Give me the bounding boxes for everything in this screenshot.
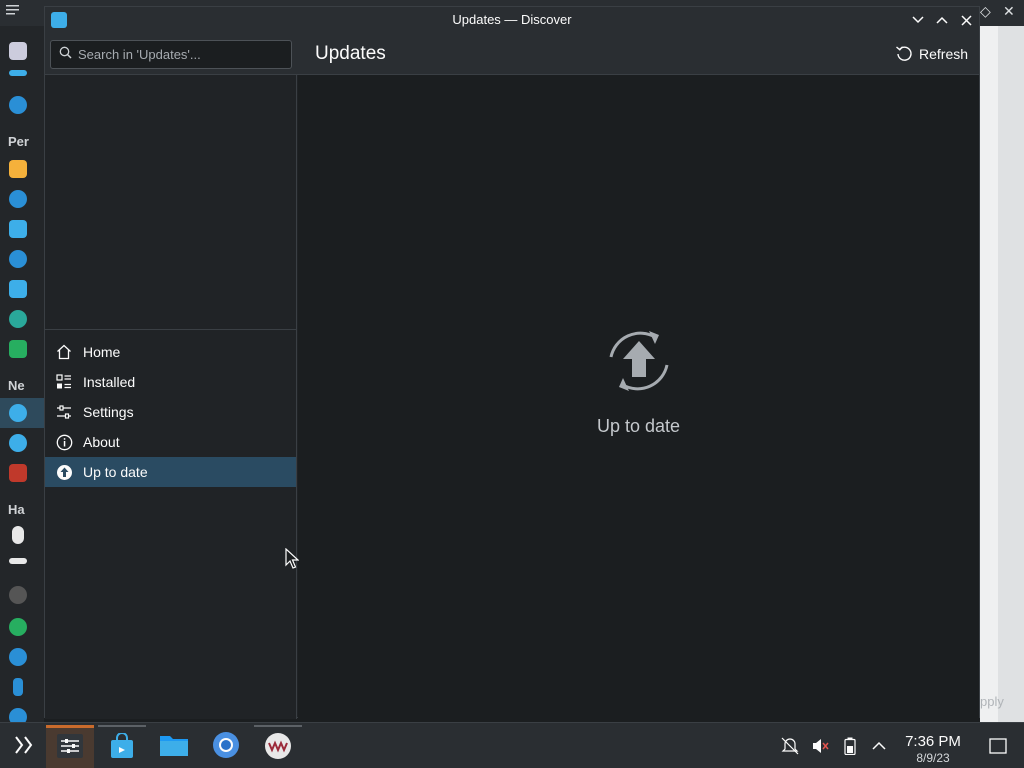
search-input[interactable] <box>78 47 278 62</box>
window-titlebar[interactable]: Updates — Discover <box>45 7 979 33</box>
sidebar-item-settings[interactable]: Settings <box>45 397 296 427</box>
clock-time: 7:36 PM <box>905 733 961 750</box>
home-icon <box>55 343 73 361</box>
sidebar-item-label: Settings <box>83 404 134 420</box>
taskbar-file-manager-app[interactable] <box>150 725 198 768</box>
window-title: Updates — Discover <box>452 12 572 27</box>
maximize-icon[interactable] <box>933 11 951 29</box>
application-launcher[interactable] <box>0 725 48 768</box>
refresh-button[interactable]: Refresh <box>895 43 968 65</box>
notifications-disabled-icon[interactable] <box>781 737 799 755</box>
bg-window-close-icon[interactable]: ✕ <box>1003 3 1015 20</box>
steam-deck-launcher-icon <box>11 732 37 763</box>
bg-grid-icon[interactable] <box>9 280 27 298</box>
sidebar-divider <box>45 329 297 330</box>
background-settings-sidebar: Per Ne Ha <box>0 26 44 726</box>
background-window-content: pply <box>980 26 1024 722</box>
bg-network-globe2-icon[interactable] <box>9 434 27 452</box>
refresh-label: Refresh <box>919 46 969 62</box>
refresh-icon <box>895 44 913 65</box>
bg-section-header-per: Per <box>8 134 29 149</box>
up-to-date-icon <box>298 327 979 400</box>
bg-chat-icon[interactable] <box>9 220 27 238</box>
taskbar-settings-app[interactable] <box>46 725 94 768</box>
bg-window-icon[interactable] <box>9 70 27 76</box>
hamburger-menu-icon[interactable] <box>6 4 20 18</box>
sidebar: Home Installed Settings About Up to date <box>45 75 297 719</box>
sidebar-item-label: Installed <box>83 374 136 390</box>
bg-window-diamond-icon[interactable]: ◇ <box>980 3 991 20</box>
clock-date: 8/9/23 <box>916 751 950 765</box>
sidebar-item-about[interactable]: About <box>45 427 296 457</box>
bg-messages-icon[interactable] <box>9 340 27 358</box>
bg-home-icon[interactable] <box>9 42 27 60</box>
search-field[interactable] <box>50 40 292 69</box>
discover-window: Updates — Discover Updates Refresh <box>44 6 980 719</box>
bg-network-globe-icon[interactable] <box>9 404 27 422</box>
search-icon <box>59 46 72 64</box>
page-title: Updates <box>315 43 386 64</box>
bg-usb-icon[interactable] <box>13 678 23 696</box>
folder-icon <box>159 733 189 762</box>
chromium-icon <box>212 731 240 764</box>
update-status: Up to date <box>298 327 979 437</box>
settings-sliders-icon <box>55 403 73 421</box>
sidebar-item-label: About <box>83 434 120 450</box>
main-content: Up to date <box>298 75 979 719</box>
bg-keyboard-icon[interactable] <box>9 558 27 564</box>
update-icon <box>55 463 73 481</box>
show-desktop-icon[interactable] <box>989 737 1007 755</box>
system-settings-icon <box>56 733 84 764</box>
bg-search-icon[interactable] <box>9 96 27 114</box>
bg-content-strip <box>998 26 1024 722</box>
sidebar-item-up-to-date[interactable]: Up to date <box>45 457 296 487</box>
bg-bluetooth-icon[interactable] <box>9 648 27 666</box>
discover-bag-icon <box>109 731 135 764</box>
digital-clock[interactable]: 7:36 PM 8/9/23 <box>898 733 968 765</box>
taskbar-vm-app[interactable] <box>254 725 302 768</box>
sidebar-item-home[interactable]: Home <box>45 337 296 367</box>
volume-muted-icon[interactable] <box>811 737 829 755</box>
bg-power-icon[interactable] <box>9 250 27 268</box>
mouse-cursor-icon <box>285 547 300 575</box>
bg-globe-icon[interactable] <box>9 310 27 328</box>
sidebar-item-label: Up to date <box>83 464 148 480</box>
vm-app-icon <box>264 732 292 765</box>
bg-section-header-ha: Ha <box>8 502 25 517</box>
installed-icon <box>55 373 73 391</box>
system-tray-expand-icon[interactable] <box>870 737 888 755</box>
bg-bell-icon[interactable] <box>9 160 27 178</box>
bg-mouse-icon[interactable] <box>12 526 24 544</box>
bg-section-header-ne: Ne <box>8 378 25 393</box>
status-text: Up to date <box>596 416 681 436</box>
toolbar: Updates Refresh <box>45 33 979 75</box>
bg-power-green-icon[interactable] <box>9 618 27 636</box>
bg-apply-button[interactable]: pply <box>980 686 1020 716</box>
info-icon <box>55 433 73 451</box>
bg-accessibility-icon[interactable] <box>9 190 27 208</box>
minimize-icon[interactable] <box>909 11 927 29</box>
bg-speaker-icon[interactable] <box>9 586 27 604</box>
taskbar-discover-app[interactable] <box>98 725 146 768</box>
taskbar-chromium-app[interactable] <box>202 725 250 768</box>
taskbar: 7:36 PM 8/9/23 <box>0 722 1024 768</box>
sidebar-item-label: Home <box>83 344 121 360</box>
sidebar-item-installed[interactable]: Installed <box>45 367 296 397</box>
bg-firewall-icon[interactable] <box>9 464 27 482</box>
close-icon[interactable] <box>957 11 975 29</box>
battery-icon[interactable] <box>841 737 859 755</box>
